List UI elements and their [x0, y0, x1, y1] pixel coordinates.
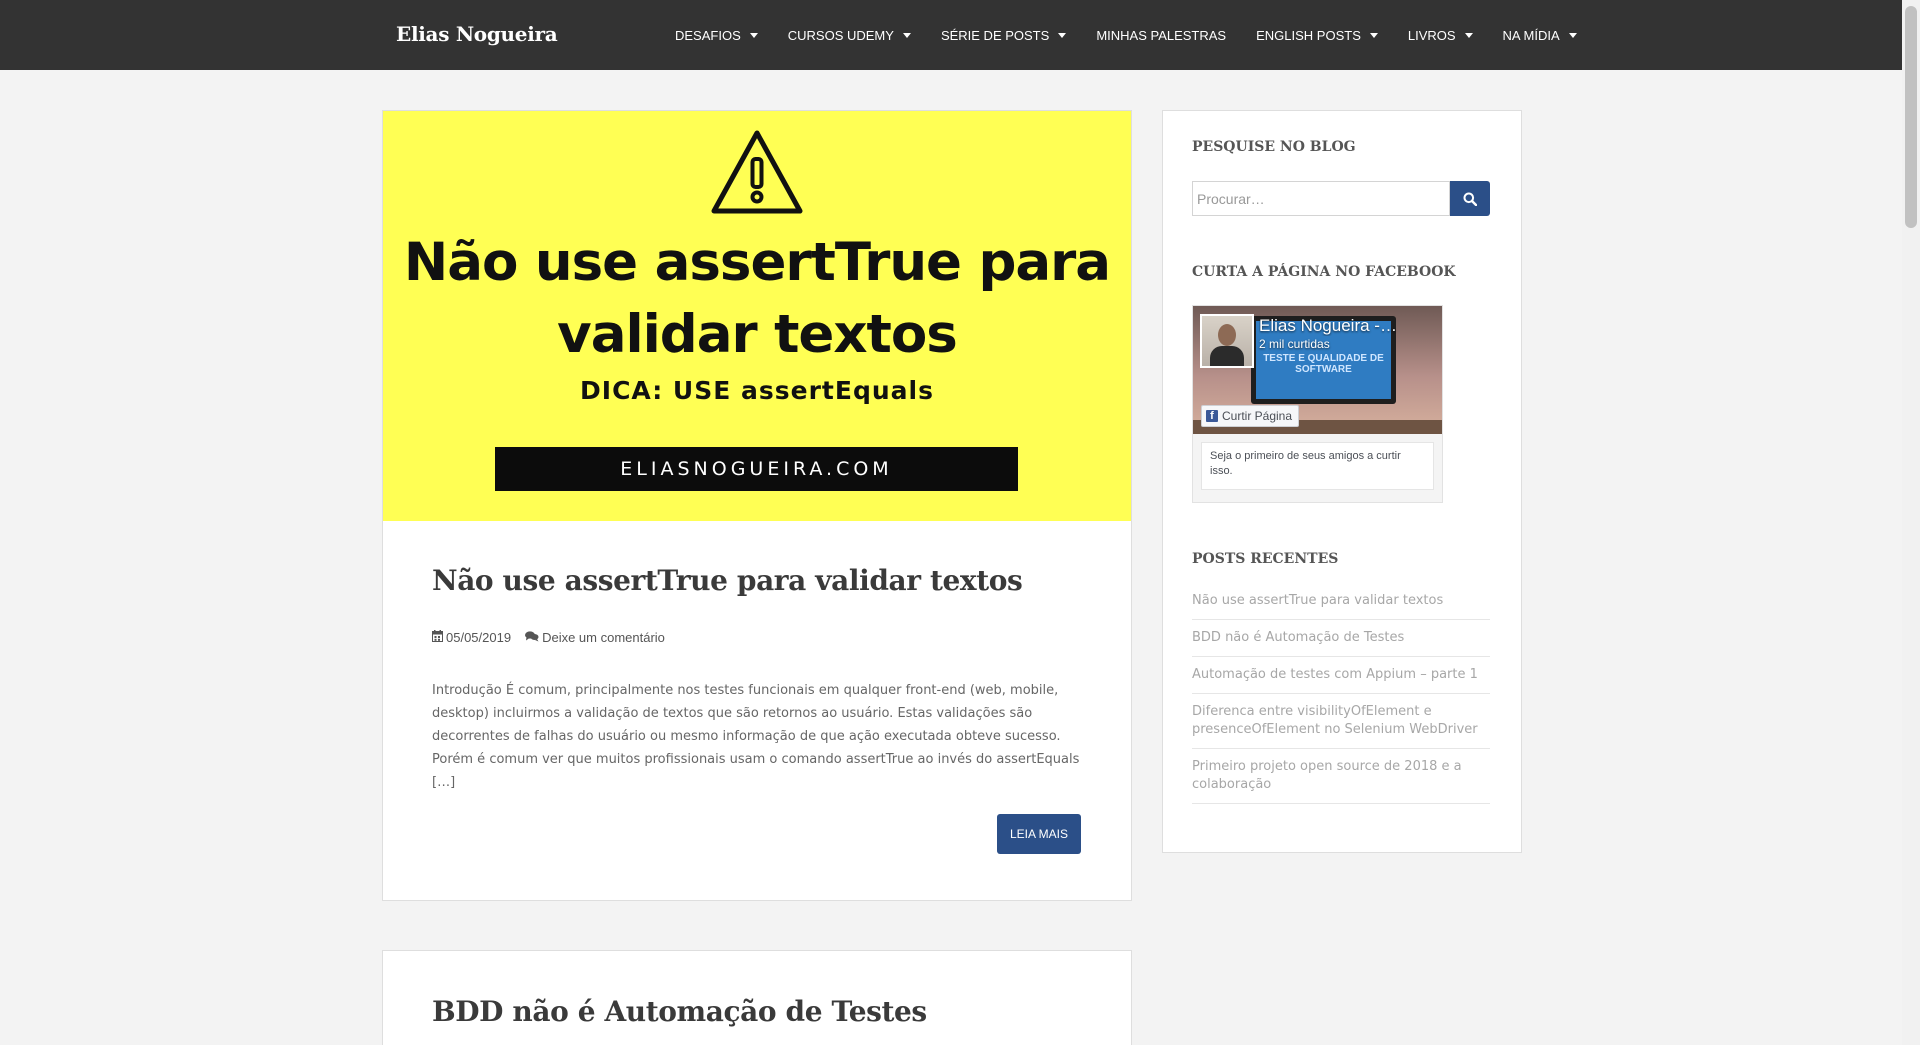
search-button[interactable] — [1450, 181, 1490, 216]
post-title[interactable]: BDD não é Automação de Testes — [432, 995, 927, 1028]
facebook-friends-text: Seja o primeiro de seus amigos a curtir … — [1201, 442, 1434, 490]
recent-posts-list: Não use assertTrue para validar textos B… — [1192, 583, 1490, 804]
recent-post-link[interactable]: Primeiro projeto open source de 2018 e a… — [1192, 749, 1490, 804]
caret-down-icon — [749, 32, 758, 38]
post-card: BDD não é Automação de Testes — [382, 950, 1132, 1045]
site-brand[interactable]: Elias Nogueira — [396, 22, 558, 46]
caret-down-icon — [1464, 32, 1473, 38]
facebook-cover-image[interactable]: TESTE E QUALIDADE DE SOFTWARE Elias Nogu… — [1193, 306, 1442, 434]
caret-down-icon — [1369, 32, 1378, 38]
search-widget-title: PESQUISE NO BLOG — [1192, 139, 1356, 155]
caret-down-icon — [1568, 32, 1577, 38]
facebook-icon: f — [1206, 410, 1218, 422]
like-button-label: Curtir Página — [1222, 409, 1293, 423]
recent-posts-title: POSTS RECENTES — [1192, 551, 1339, 567]
facebook-page-plugin: TESTE E QUALIDADE DE SOFTWARE Elias Nogu… — [1192, 305, 1443, 503]
warning-icon — [711, 130, 803, 214]
nav-item-cursos-udemy[interactable]: CURSOS UDEMY — [773, 28, 926, 43]
recent-post-link[interactable]: BDD não é Automação de Testes — [1192, 620, 1490, 657]
nav-item-label: SÉRIE DE POSTS — [940, 27, 1050, 43]
page-scrollbar[interactable] — [1902, 0, 1920, 1045]
cover-text: TESTE E QUALIDADE DE SOFTWARE — [1263, 353, 1384, 375]
facebook-widget-title: CURTA A PÁGINA NO FACEBOOK — [1192, 264, 1456, 280]
top-navbar: Elias Nogueira DESAFIOS CURSOS UDEMY SÉR… — [0, 0, 1902, 70]
comments-link[interactable]: Deixe um comentário — [542, 630, 665, 645]
nav-item-desafios[interactable]: DESAFIOS — [660, 28, 773, 43]
nav-item-na-midia[interactable]: NA MÍDIA — [1488, 28, 1592, 43]
search-icon — [1463, 192, 1477, 206]
featured-subtitle: DICA: USE assertEquals — [580, 376, 934, 405]
recent-post-link[interactable]: Automação de testes com Appium – parte 1 — [1192, 657, 1490, 694]
featured-image[interactable]: Não use assertTrue para validar textos D… — [383, 111, 1131, 521]
post-title[interactable]: Não use assertTrue para validar textos — [432, 564, 1023, 597]
facebook-page-name[interactable]: Elias Nogueira -… — [1259, 316, 1437, 336]
featured-site-band: ELIASNOGUEIRA.COM — [495, 447, 1018, 491]
sidebar: PESQUISE NO BLOG CURTA A PÁGINA NO FACEB… — [1162, 110, 1522, 853]
caret-down-icon — [1058, 32, 1067, 38]
read-more-button[interactable]: LEIA MAIS — [997, 814, 1081, 854]
recent-post-link[interactable]: Diferenca entre visibilityOfElement e pr… — [1192, 694, 1490, 749]
search-input[interactable] — [1192, 181, 1450, 216]
nav-item-livros[interactable]: LIVROS — [1393, 28, 1488, 43]
post-excerpt: Introdução É comum, principalmente nos t… — [432, 683, 1080, 790]
nav-item-label: LIVROS — [1407, 27, 1456, 43]
post-card: Não use assertTrue para validar textos D… — [382, 110, 1132, 901]
post-meta: 05/05/2019 Deixe um comentário — [432, 630, 665, 645]
nav-item-serie-de-posts[interactable]: SÉRIE DE POSTS — [926, 28, 1081, 43]
featured-title-line2: validar textos — [557, 304, 958, 365]
scrollbar-thumb[interactable] — [1905, 6, 1917, 228]
facebook-like-button[interactable]: f Curtir Página — [1201, 405, 1300, 427]
nav-item-label: MINHAS PALESTRAS — [1096, 27, 1227, 43]
featured-title-line1: Não use assertTrue para — [403, 232, 1111, 293]
main-nav: DESAFIOS CURSOS UDEMY SÉRIE DE POSTS MIN… — [660, 0, 1592, 70]
caret-down-icon — [902, 32, 911, 38]
nav-item-label: ENGLISH POSTS — [1256, 27, 1361, 43]
recent-post-link[interactable]: Não use assertTrue para validar textos — [1192, 583, 1490, 620]
avatar[interactable] — [1200, 314, 1254, 368]
facebook-like-count: 2 mil curtidas — [1259, 337, 1330, 351]
post-date[interactable]: 05/05/2019 — [446, 630, 511, 645]
nav-item-label: CURSOS UDEMY — [787, 27, 894, 43]
nav-item-label: NA MÍDIA — [1502, 27, 1560, 43]
calendar-icon — [432, 630, 443, 645]
comments-icon — [525, 630, 539, 645]
nav-item-minhas-palestras[interactable]: MINHAS PALESTRAS — [1081, 28, 1241, 43]
nav-item-label: DESAFIOS — [675, 27, 741, 43]
nav-item-english-posts[interactable]: ENGLISH POSTS — [1241, 28, 1393, 43]
